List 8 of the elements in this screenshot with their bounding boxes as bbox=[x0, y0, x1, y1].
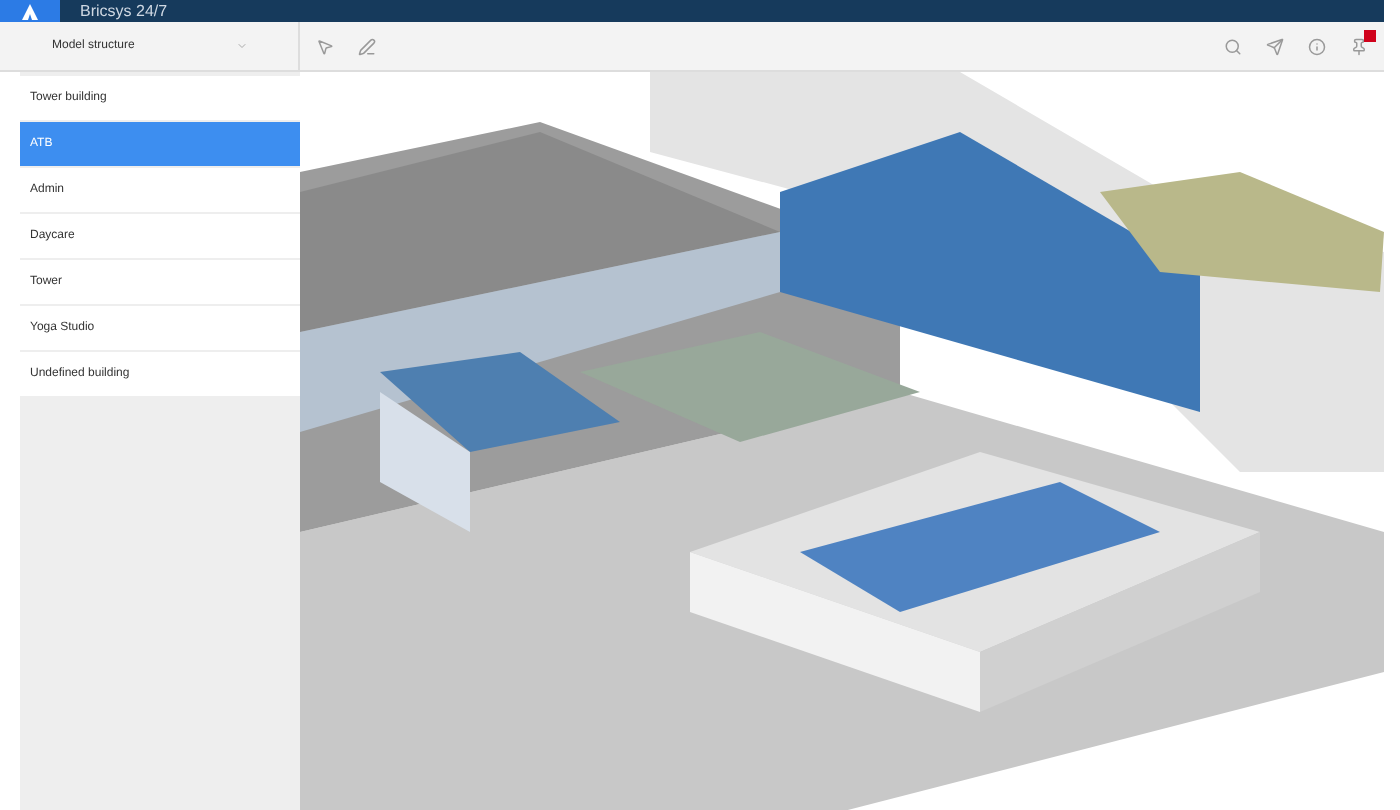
pen-icon[interactable] bbox=[358, 37, 376, 55]
pin-icon[interactable] bbox=[1350, 37, 1368, 55]
pointer-icon[interactable] bbox=[316, 37, 334, 55]
search-icon[interactable] bbox=[1224, 37, 1242, 55]
chevron-icon bbox=[236, 40, 248, 52]
share-icon[interactable] bbox=[1266, 37, 1284, 55]
window-title: Bricsys 24/7 bbox=[80, 1, 168, 21]
info-icon[interactable] bbox=[1308, 37, 1326, 55]
